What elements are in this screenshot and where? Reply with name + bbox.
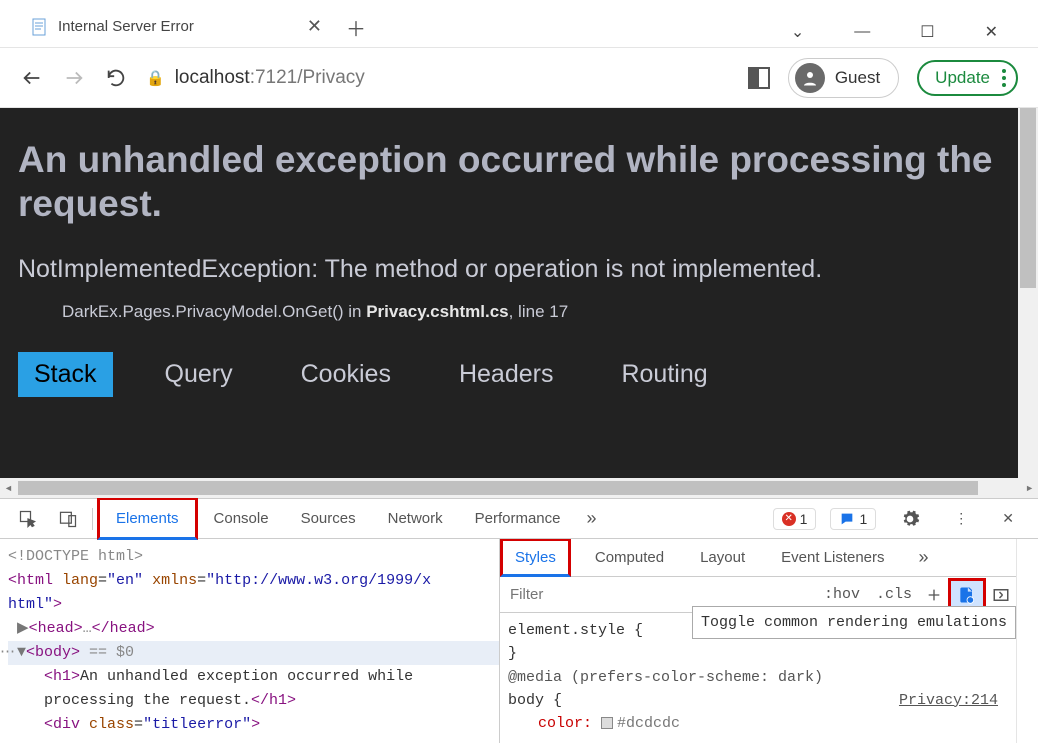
vertical-scrollbar[interactable] — [1018, 108, 1038, 478]
styles-tabs-overflow-icon[interactable]: » — [909, 539, 939, 576]
reload-button[interactable] — [104, 66, 128, 90]
window-controls: ⌄ — ☐ ✕ — [791, 17, 1038, 47]
error-tab-query[interactable]: Query — [149, 352, 249, 397]
cls-toggle[interactable]: .cls — [868, 582, 920, 607]
styles-tab-eventlisteners[interactable]: Event Listeners — [769, 541, 896, 574]
styles-filter-input[interactable] — [500, 580, 816, 609]
devtools-close-icon[interactable]: ✕ — [992, 502, 1024, 535]
browser-toolbar: 🔒 localhost:7121/Privacy Guest Update — [0, 48, 1038, 108]
error-tab-routing[interactable]: Routing — [605, 352, 723, 397]
styles-tab-computed[interactable]: Computed — [583, 541, 676, 574]
computed-sidebar-icon[interactable] — [986, 582, 1016, 608]
rule-body: body { — [508, 692, 562, 709]
dom-div[interactable]: <div class="titleerror"> — [8, 713, 499, 737]
source-link[interactable]: Privacy:214 — [899, 689, 998, 712]
minimize-icon[interactable]: — — [854, 23, 870, 41]
error-heading: An unhandled exception occurred while pr… — [18, 138, 1000, 227]
device-toggle-icon[interactable] — [48, 501, 88, 537]
message-count-badge[interactable]: 1 — [830, 508, 876, 530]
chevron-down-icon[interactable]: ⌄ — [791, 22, 804, 42]
hov-toggle[interactable]: :hov — [816, 582, 868, 607]
devtools-tab-elements[interactable]: Elements — [97, 497, 198, 540]
browser-tab[interactable]: Internal Server Error ✕ — [16, 6, 336, 47]
devtools-tabbar: Elements Console Sources Network Perform… — [0, 499, 1038, 539]
tab-title: Internal Server Error — [58, 18, 297, 35]
devtools: Elements Console Sources Network Perform… — [0, 498, 1038, 743]
page-favicon — [30, 18, 48, 36]
update-button[interactable]: Update — [917, 60, 1018, 96]
profile-chip[interactable]: Guest — [788, 58, 899, 98]
error-stack-line: DarkEx.Pages.PrivacyModel.OnGet() in Pri… — [18, 302, 1000, 322]
styles-rules[interactable]: Toggle common rendering emulations eleme… — [500, 613, 1016, 741]
error-exception: NotImplementedException: The method or o… — [18, 255, 1000, 284]
browser-titlebar: Internal Server Error ✕ ＋ ⌄ — ☐ ✕ — [0, 0, 1038, 48]
error-page: An unhandled exception occurred while pr… — [0, 108, 1018, 478]
url-path: :7121/Privacy — [250, 67, 365, 88]
devtools-body: <!DOCTYPE html> <html lang="en" xmlns="h… — [0, 539, 1038, 743]
devtools-tab-console[interactable]: Console — [198, 500, 285, 537]
maximize-icon[interactable]: ☐ — [920, 22, 934, 42]
devtools-tab-sources[interactable]: Sources — [285, 500, 372, 537]
kebab-icon — [1002, 69, 1006, 87]
styles-panel: Styles Computed Layout Event Listeners »… — [500, 539, 1016, 743]
new-style-rule-icon[interactable] — [920, 583, 948, 607]
error-count-badge[interactable]: ✕1 — [773, 508, 817, 530]
error-tabs: Stack Query Cookies Headers Routing — [18, 352, 1000, 397]
dom-body-selected[interactable]: ⋯ ▼<body> == $0 — [8, 641, 499, 665]
close-window-icon[interactable]: ✕ — [985, 22, 998, 42]
rule-media: @media (prefers-color-scheme: dark) — [508, 666, 1008, 689]
devtools-tab-performance[interactable]: Performance — [459, 500, 577, 537]
profile-label: Guest — [835, 68, 880, 88]
lock-icon: 🔒 — [146, 69, 165, 87]
error-tab-cookies[interactable]: Cookies — [285, 352, 407, 397]
url-host: localhost — [175, 67, 250, 88]
rendering-tooltip: Toggle common rendering emulations — [692, 606, 1016, 639]
dom-doctype: <!DOCTYPE html> — [8, 545, 499, 569]
new-tab-button[interactable]: ＋ — [336, 7, 376, 47]
horizontal-scrollbar[interactable] — [0, 478, 1038, 498]
update-label: Update — [935, 68, 990, 88]
page-viewport: An unhandled exception occurred while pr… — [0, 108, 1038, 478]
settings-icon[interactable] — [890, 501, 930, 537]
styles-tab-styles[interactable]: Styles — [500, 539, 571, 577]
dom-h1[interactable]: <h1>An unhandled exception occurred whil… — [8, 665, 499, 713]
devtools-tab-network[interactable]: Network — [372, 500, 459, 537]
reader-mode-icon[interactable] — [748, 67, 770, 89]
back-button[interactable] — [20, 66, 44, 90]
dom-tree-panel[interactable]: <!DOCTYPE html> <html lang="en" xmlns="h… — [0, 539, 500, 743]
styles-tab-layout[interactable]: Layout — [688, 541, 757, 574]
rule-color[interactable]: color: #dcdcdc — [508, 712, 1008, 735]
dom-head[interactable]: ▶<head>…</head> — [8, 617, 499, 641]
error-tab-stack[interactable]: Stack — [18, 352, 113, 397]
error-tab-headers[interactable]: Headers — [443, 352, 570, 397]
right-gutter — [1016, 539, 1038, 743]
avatar-icon — [795, 63, 825, 93]
tab-close-icon[interactable]: ✕ — [307, 16, 322, 37]
kebab-menu-icon[interactable]: ⋮ — [944, 502, 978, 535]
dom-html: <html lang="en" xmlns="http://www.w3.org… — [8, 569, 499, 617]
styles-tabbar: Styles Computed Layout Event Listeners » — [500, 539, 1016, 577]
address-bar[interactable]: 🔒 localhost:7121/Privacy — [146, 67, 730, 89]
tabs-overflow-icon[interactable]: » — [577, 500, 607, 537]
inspect-element-icon[interactable] — [8, 501, 48, 537]
forward-button[interactable] — [62, 66, 86, 90]
